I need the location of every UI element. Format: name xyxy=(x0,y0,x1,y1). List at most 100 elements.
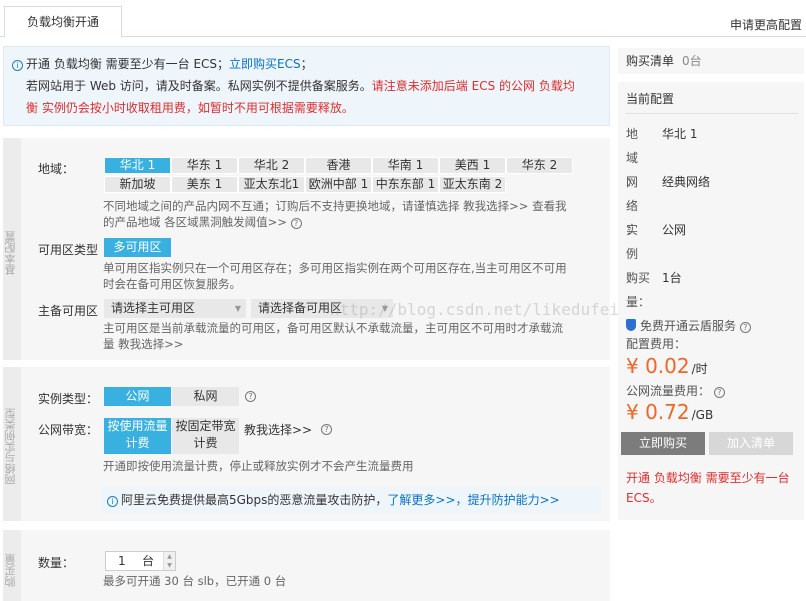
side-label-network: 网络与实例类型 xyxy=(4,408,17,486)
zone-hint-line1: 单可用区指实例只在一个可用区存在；多可用区指实例在两个可用区存在,当主可用区不可… xyxy=(103,261,567,275)
zone-hint-line2: 时会在备可用区恢复服务。 xyxy=(103,277,241,291)
tab-slb-open[interactable]: 负载均衡开通 xyxy=(4,6,122,38)
quantity-label: 数量： xyxy=(38,556,75,570)
master-zone-hint: 主可用区是当前承载流量的可用区，备可用区默认不承载流量，主可用区不可用时才承载流… xyxy=(103,320,563,352)
region-option[interactable]: 新加坡 xyxy=(104,176,171,193)
summary-warning: 开通 负载均衡 需要至少有一台 ECS。 xyxy=(626,471,790,505)
stepper-arrows[interactable]: ▲ ▼ xyxy=(163,552,175,570)
info-icon: i xyxy=(107,496,118,507)
ddos-tip-text: 阿里云免费提供最高5Gbps的恶意流量攻击防护， xyxy=(121,493,388,507)
quantity-value[interactable]: 1 xyxy=(118,552,126,570)
master-hint-line2[interactable]: 量 教我选择>> xyxy=(103,336,563,352)
region-hint: 不同地域之间的产品内网不互通；订购后不支持更换地域，请谨慎选择 教我选择>> 查… xyxy=(103,198,567,230)
add-to-cart-button[interactable]: 加入清单 xyxy=(709,432,793,455)
region-option[interactable]: 香港 xyxy=(305,157,372,174)
region-hint-line2-text: 的产品地域 各区域黑洞触发阈值>> xyxy=(103,215,291,229)
quantity-unit: 台 xyxy=(142,554,155,568)
master-zone-select[interactable]: 请选择主可用区 ▼ xyxy=(104,299,246,318)
chevron-down-icon[interactable]: ▼ xyxy=(164,561,175,570)
help-icon[interactable]: ? xyxy=(245,391,256,402)
summary-qty: 购买量： 1台 xyxy=(626,266,682,314)
buy-ecs-link[interactable]: 立即购买ECS xyxy=(229,57,301,71)
bw-traffic-line2: 计费 xyxy=(125,436,150,450)
section-side-bar: 网络与实例类型 xyxy=(3,367,21,521)
summary-instance-value: 公网 xyxy=(662,223,687,237)
summary-region-value: 华北 1 xyxy=(662,127,698,141)
buy-now-button[interactable]: 立即购买 xyxy=(621,432,705,455)
help-icon[interactable]: ? xyxy=(739,322,751,333)
help-icon[interactable]: ? xyxy=(321,424,332,435)
notice-warn-text-2: 衡 实例仍会按小时收取租用费，如暂时不用可根据需要释放。 xyxy=(26,101,354,115)
bw-fixed-line1: 按固定带宽 xyxy=(175,419,236,433)
tab-bar: 负载均衡开通 申请更高配置 xyxy=(0,0,806,38)
cart-count: 0台 xyxy=(682,54,702,68)
notice-line-1: i 开通 负载均衡 需要至少有一台 ECS；立即购买ECS； xyxy=(12,53,601,75)
chevron-down-icon: ▼ xyxy=(234,304,241,313)
instance-type-label: 实例类型： xyxy=(38,392,99,406)
quantity-hint: 最多可开通 30 台 slb，已开通 0 台 xyxy=(103,574,287,588)
section-side-bar: 基本配置 xyxy=(3,138,21,360)
region-option[interactable]: 华北 1 xyxy=(104,157,171,174)
traffic-fee-unit: /GB xyxy=(691,408,714,422)
learn-more-link[interactable]: 了解更多>> xyxy=(387,493,455,507)
bandwidth-label: 公网带宽： xyxy=(38,423,99,437)
bandwidth-by-traffic[interactable]: 按使用流量 计费 xyxy=(104,418,171,454)
help-icon[interactable]: ? xyxy=(713,387,725,398)
region-hint-line1: 不同地域之间的产品内网不互通；订购后不支持更换地域，请谨慎选择 教我选择>> 查… xyxy=(103,199,567,213)
instance-type-public[interactable]: 公网 xyxy=(104,387,171,406)
chevron-up-icon[interactable]: ▲ xyxy=(164,552,175,561)
upgrade-protection-link[interactable]: 提升防护能力>> xyxy=(468,493,560,507)
traffic-fee-value: ¥ 0.72 xyxy=(626,400,690,424)
basic-config-panel: 基本配置 地域： 华北 1 华东 1 华北 2 香港 华南 1 美西 1 华东 2 新加坡 美东… xyxy=(3,138,610,360)
config-fee-value: ¥ 0.02 xyxy=(626,354,690,378)
region-option[interactable]: 亚太东北1 xyxy=(238,176,305,193)
help-icon[interactable]: ? xyxy=(290,218,302,229)
notice-beian-text: 若网站用于 Web 访问，请及时备案。私网实例不提供备案服务。 xyxy=(26,79,372,93)
region-option[interactable]: 华东 2 xyxy=(506,157,573,174)
purchase-panel: 购买量 数量： 1 台 ▲ ▼ 最多可开通 30 台 slb，已开通 0 台 xyxy=(3,530,610,601)
info-icon: i xyxy=(12,60,23,71)
region-option[interactable]: 华北 2 xyxy=(238,157,305,174)
master-zone-value: 请选择主可用区 xyxy=(111,301,196,315)
zone-type-multi[interactable]: 多可用区 xyxy=(104,238,171,257)
region-option[interactable]: 美西 1 xyxy=(439,157,506,174)
bandwidth-fixed[interactable]: 按固定带宽 计费 xyxy=(172,418,239,454)
notice-punct: ； xyxy=(300,57,313,71)
instance-type-private[interactable]: 私网 xyxy=(172,387,239,406)
summary-qty-key: 购买量： xyxy=(626,271,651,309)
region-option[interactable]: 美东 1 xyxy=(171,176,238,193)
network-config-panel: 网络与实例类型 实例类型： 公网 私网 ? 公网带宽： 按使用流量计费 按固定带… xyxy=(3,367,610,521)
summary-title: 当前配置 xyxy=(626,92,675,106)
master-zone-label: 主备可用区 xyxy=(38,304,99,318)
shield-service-text: 免费开通云盾服务 xyxy=(640,319,737,333)
zone-type-label: 可用区类型 xyxy=(38,243,99,257)
region-option[interactable]: 欧洲中部 1 xyxy=(305,176,372,193)
region-option[interactable]: 亚太东南 2 xyxy=(439,176,506,193)
notice-box: i 开通 负载均衡 需要至少有一台 ECS；立即购买ECS； 若网站用于 Web … xyxy=(3,46,610,126)
chevron-down-icon: ▼ xyxy=(381,304,388,313)
region-option[interactable]: 中东东部 1 xyxy=(372,176,439,193)
bw-traffic-line1: 按使用流量 xyxy=(107,419,168,433)
config-fee: ¥ 0.02/时 xyxy=(626,354,708,378)
slave-zone-value: 请选择备可用区 xyxy=(258,301,343,315)
config-fee-label: 配置费用： xyxy=(626,337,687,351)
cart-header[interactable]: 购买清单 0台 xyxy=(618,48,804,74)
slave-zone-select[interactable]: 请选择备可用区 ▼ xyxy=(251,299,393,318)
bandwidth-help-link[interactable]: 教我选择>> xyxy=(244,421,312,438)
notice-text: 开通 负载均衡 需要至少有一台 ECS； xyxy=(26,57,230,71)
section-side-bar: 购买量 xyxy=(3,530,21,601)
region-option[interactable]: 华东 1 xyxy=(171,157,238,174)
region-option[interactable]: 华南 1 xyxy=(372,157,439,174)
apply-higher-config-link[interactable]: 申请更高配置 xyxy=(730,16,802,33)
region-hint-line2: 的产品地域 各区域黑洞触发阈值>> ? xyxy=(103,214,567,230)
notice-warn-text: 请注意未添加后端 ECS 的公网 负载均 xyxy=(371,79,575,93)
config-fee-unit: /时 xyxy=(691,362,708,376)
summary-qty-value: 1台 xyxy=(662,271,682,285)
summary-divider xyxy=(626,113,798,114)
side-label-basic: 基本配置 xyxy=(4,231,17,275)
zone-type-hint: 单可用区指实例只在一个可用区存在；多可用区指实例在两个可用区存在,当主可用区不可… xyxy=(103,260,567,292)
summary-network-value: 经典网络 xyxy=(662,175,711,189)
ddos-tip-box: i 阿里云免费提供最高5Gbps的恶意流量攻击防护，了解更多>>，提升防护能力>> xyxy=(101,487,601,513)
quantity-stepper[interactable]: 1 台 ▲ ▼ xyxy=(105,551,176,571)
region-label: 地域： xyxy=(38,162,75,176)
